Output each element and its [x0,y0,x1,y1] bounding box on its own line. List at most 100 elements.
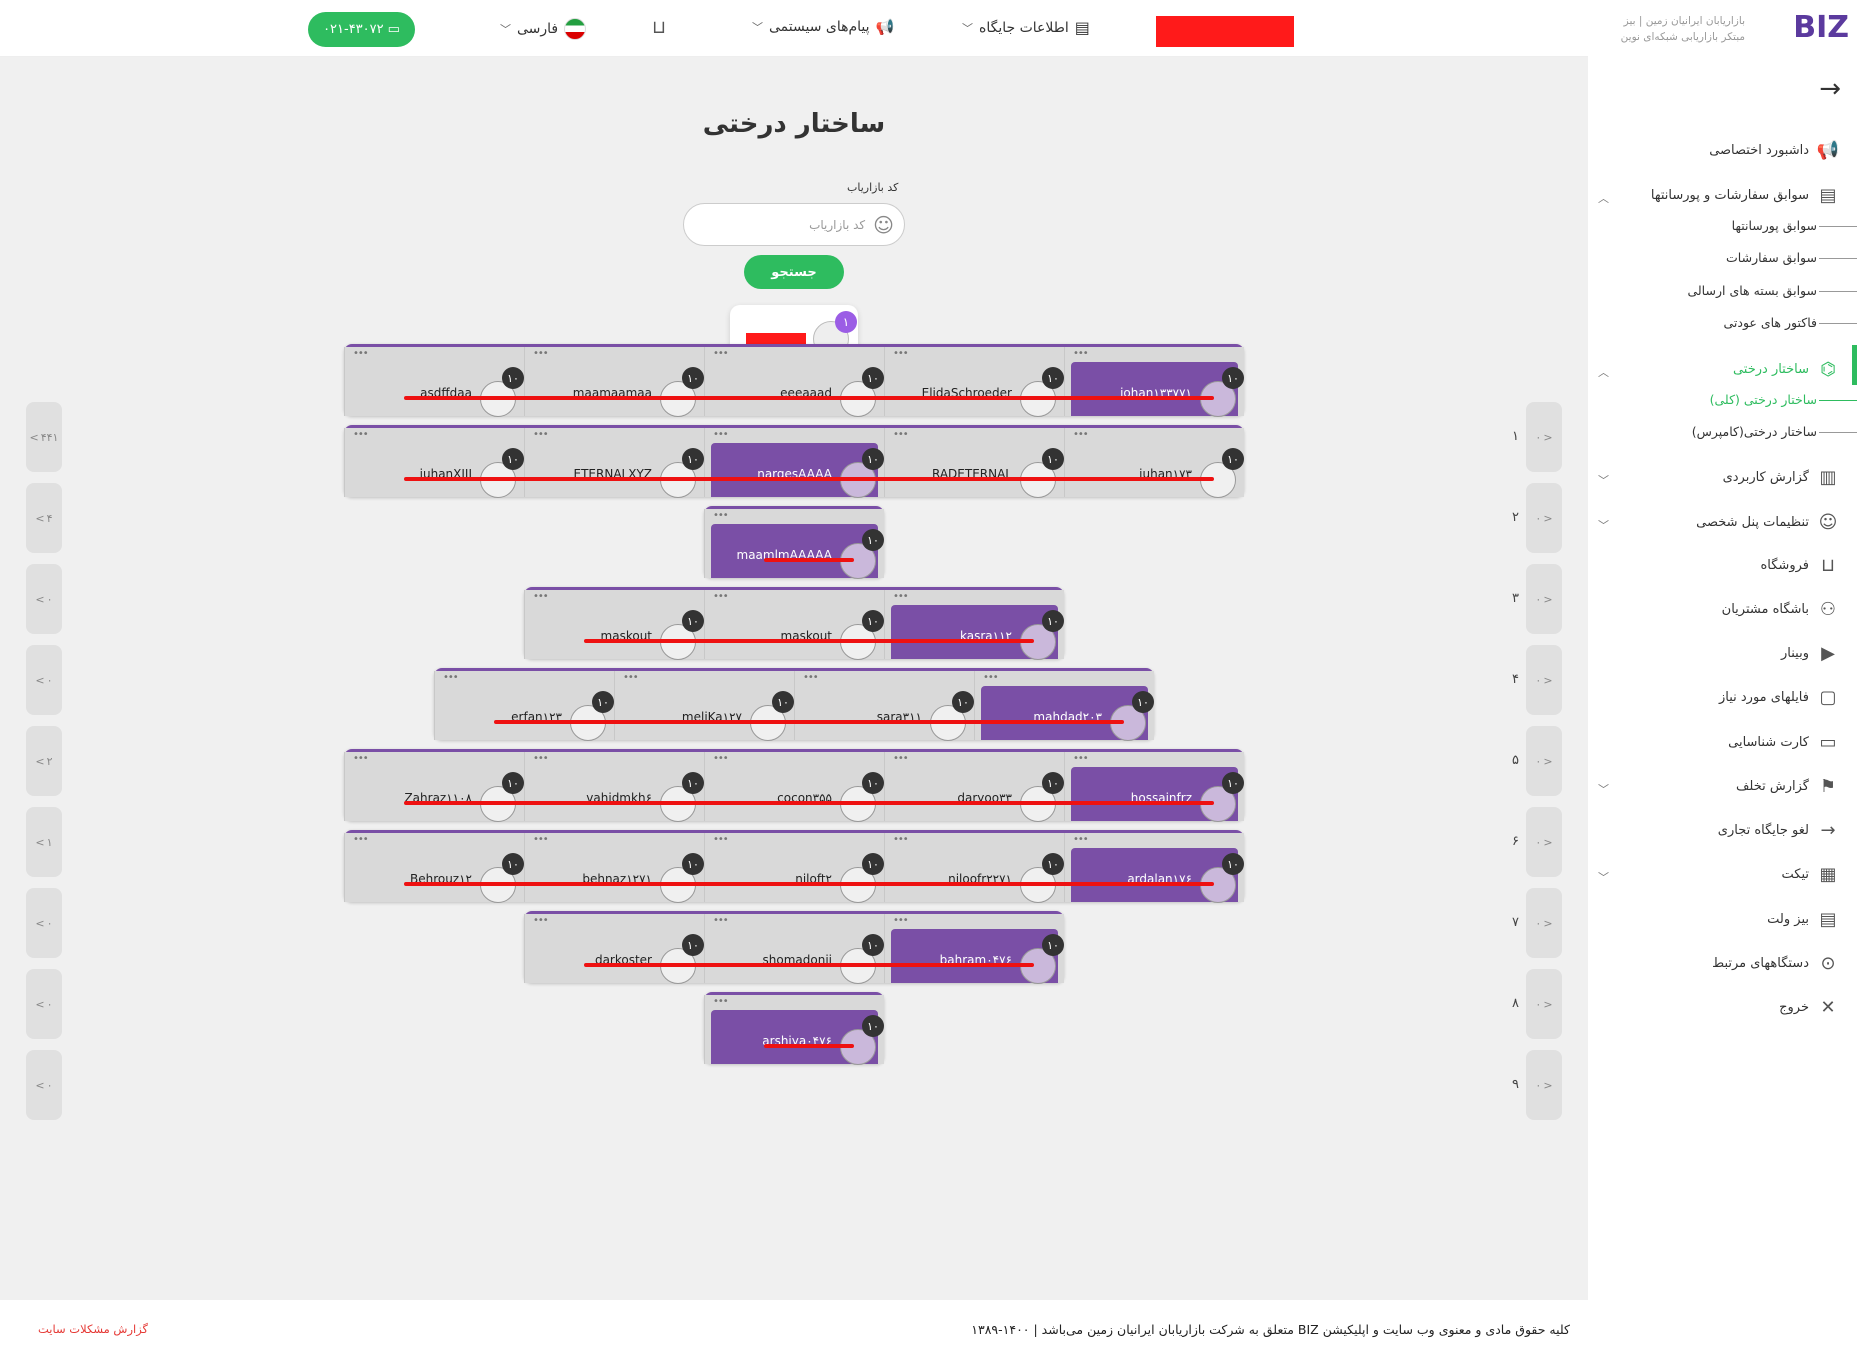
more-options-icon[interactable]: ••• [983,672,999,683]
sidebar-item[interactable]: لغو جایگاه تجاری [1718,823,1809,838]
more-options-icon[interactable]: ••• [713,510,729,521]
level-left-pager[interactable]: <۱ [26,807,62,877]
sidebar-item[interactable]: داشبورد اختصاصی [1709,143,1809,158]
sidebar-item[interactable]: کارت شناسایی [1728,735,1809,750]
level-right-pager[interactable]: ۰ > [1526,888,1562,958]
tree-node[interactable]: ••• daryoo۳۳ ۱۰ [884,752,1064,822]
tree-node[interactable]: ••• maamlmAAAAA ۱۰ [704,509,884,579]
more-options-icon[interactable]: ••• [713,915,729,926]
tree-node[interactable]: ••• maskout ۱۰ [704,590,884,660]
sidebar-item[interactable]: فایلهای مورد نیاز [1719,690,1809,705]
sidebar-item[interactable]: گزارش کاربردی [1723,470,1809,485]
tree-node[interactable]: ••• Behrouz۱۲ ۱۰ [344,833,524,903]
tree-node[interactable]: ••• johan۱۳۳۷۷۱ ۱۰ [1064,347,1244,417]
sidebar-subitem[interactable]: فاکتور های عودتی [1723,315,1817,330]
more-options-icon[interactable]: ••• [1073,834,1089,845]
sidebar-subitem[interactable]: سوابق بسته های ارسالی [1687,283,1817,298]
chevron-up-icon[interactable]: ︿ [1598,364,1609,380]
phone-button[interactable]: ۰۲۱-۴۳۰۷۲ ▭ [308,12,415,47]
tree-node[interactable]: ••• juhanXIII ۱۰ [344,428,524,498]
tree-node[interactable]: ••• niloft۲ ۱۰ [704,833,884,903]
sidebar-item[interactable]: وبینار [1781,646,1809,661]
tree-node[interactable]: ••• ETERNALXYZ ۱۰ [524,428,704,498]
more-options-icon[interactable]: ••• [353,753,369,764]
sidebar-subitem[interactable]: ساختار درختی (کلی) [1710,392,1817,407]
more-options-icon[interactable]: ••• [533,429,549,440]
more-options-icon[interactable]: ••• [713,348,729,359]
chevron-up-icon[interactable]: ︿ [1598,190,1609,206]
sidebar-item[interactable]: گزارش تخلف [1736,779,1809,794]
more-options-icon[interactable]: ••• [353,348,369,359]
sidebar-subitem[interactable]: سوابق پورسانتها [1732,218,1817,233]
more-options-icon[interactable]: ••• [443,672,459,683]
level-left-pager[interactable]: <۰ [26,564,62,634]
tree-node[interactable]: ••• meliKa۱۲۷ ۱۰ [614,671,794,741]
more-options-icon[interactable]: ••• [1073,753,1089,764]
level-right-pager[interactable]: ۰ > [1526,726,1562,796]
chevron-down-icon[interactable]: ﹀ [1598,472,1609,488]
tree-node[interactable]: ••• niloofr۲۲۷۱ ۱۰ [884,833,1064,903]
tree-node[interactable]: ••• RADETERNAL ۱۰ [884,428,1064,498]
tree-node[interactable]: ••• maskout ۱۰ [524,590,704,660]
more-options-icon[interactable]: ••• [713,996,729,1007]
level-left-pager[interactable]: <۴ [26,483,62,553]
level-right-pager[interactable]: ۰ > [1526,402,1562,472]
level-left-pager[interactable]: <۰ [26,645,62,715]
sidebar-item[interactable]: بیز ولت [1767,912,1809,927]
more-options-icon[interactable]: ••• [893,591,909,602]
sidebar-item[interactable]: سوابق سفارشات و پورسانتها [1651,188,1809,203]
more-options-icon[interactable]: ••• [533,915,549,926]
tree-node[interactable]: ••• nargesAAAA ۱۰ [704,428,884,498]
sidebar-item[interactable]: خروج [1779,1000,1809,1015]
more-options-icon[interactable]: ••• [713,591,729,602]
more-options-icon[interactable]: ••• [893,429,909,440]
tree-node[interactable]: ••• arshiya۰۴۷۶ ۱۰ [704,995,884,1065]
tree-node[interactable]: ••• ElidaSchroeder ۱۰ [884,347,1064,417]
tree-node[interactable]: ••• vahidmkh۶ ۱۰ [524,752,704,822]
more-options-icon[interactable]: ••• [533,348,549,359]
chevron-down-icon[interactable]: ﹀ [1598,517,1609,533]
tree-node[interactable]: ••• maamaamaa ۱۰ [524,347,704,417]
level-right-pager[interactable]: ۰ > [1526,645,1562,715]
more-options-icon[interactable]: ••• [713,429,729,440]
more-options-icon[interactable]: ••• [713,753,729,764]
more-options-icon[interactable]: ••• [353,834,369,845]
level-left-pager[interactable]: <۰ [26,969,62,1039]
more-options-icon[interactable]: ••• [1073,348,1089,359]
tree-node[interactable]: ••• kasra۱۱۲ ۱۰ [884,590,1064,660]
more-options-icon[interactable]: ••• [893,834,909,845]
level-right-pager[interactable]: ۰ > [1526,969,1562,1039]
level-left-pager[interactable]: <۲ [26,726,62,796]
more-options-icon[interactable]: ••• [893,348,909,359]
system-messages-menu[interactable]: 📢 پیام‌های سیستمی ﹀ [752,18,894,36]
tree-node[interactable]: ••• behnaz۱۲۷۱ ۱۰ [524,833,704,903]
level-right-pager[interactable]: ۰ > [1526,564,1562,634]
tree-node[interactable]: ••• darkoster ۱۰ [524,914,704,984]
more-options-icon[interactable]: ••• [353,429,369,440]
more-options-icon[interactable]: ••• [533,753,549,764]
sidebar-item[interactable]: ساختار درختی [1733,362,1809,377]
collapse-arrow-icon[interactable]: → [1819,74,1841,104]
sidebar-item[interactable]: باشگاه مشتریان [1722,602,1809,617]
level-left-pager[interactable]: <۰ [26,1050,62,1120]
tree-node[interactable]: ••• erfan۱۲۳ ۱۰ [434,671,614,741]
more-options-icon[interactable]: ••• [533,591,549,602]
more-options-icon[interactable]: ••• [893,753,909,764]
report-problems-link[interactable]: گزارش مشکلات سایت [38,1322,148,1336]
sidebar-item[interactable]: تنظیمات پنل شخصی [1696,515,1809,530]
sidebar-item[interactable]: فروشگاه [1760,558,1809,573]
sidebar-item[interactable]: دستگاههای مرتبط [1712,956,1809,971]
tree-node[interactable]: ••• bahram۰۴۷۶ ۱۰ [884,914,1064,984]
search-button[interactable]: جستجو [744,255,844,289]
more-options-icon[interactable]: ••• [713,834,729,845]
more-options-icon[interactable]: ••• [893,915,909,926]
tree-node[interactable]: ••• Zahraz۱۱۰۸ ۱۰ [344,752,524,822]
tree-node[interactable]: ••• juhan۱۷۳ ۱۰ [1064,428,1244,498]
level-left-pager[interactable]: <۴۴۱ [26,402,62,472]
tree-node[interactable]: ••• asdffdaa ۱۰ [344,347,524,417]
more-options-icon[interactable]: ••• [1073,429,1089,440]
more-options-icon[interactable]: ••• [623,672,639,683]
level-right-pager[interactable]: ۰ > [1526,483,1562,553]
sidebar-subitem[interactable]: ساختار درختی(کامپرس) [1692,424,1817,439]
level-right-pager[interactable]: ۰ > [1526,807,1562,877]
